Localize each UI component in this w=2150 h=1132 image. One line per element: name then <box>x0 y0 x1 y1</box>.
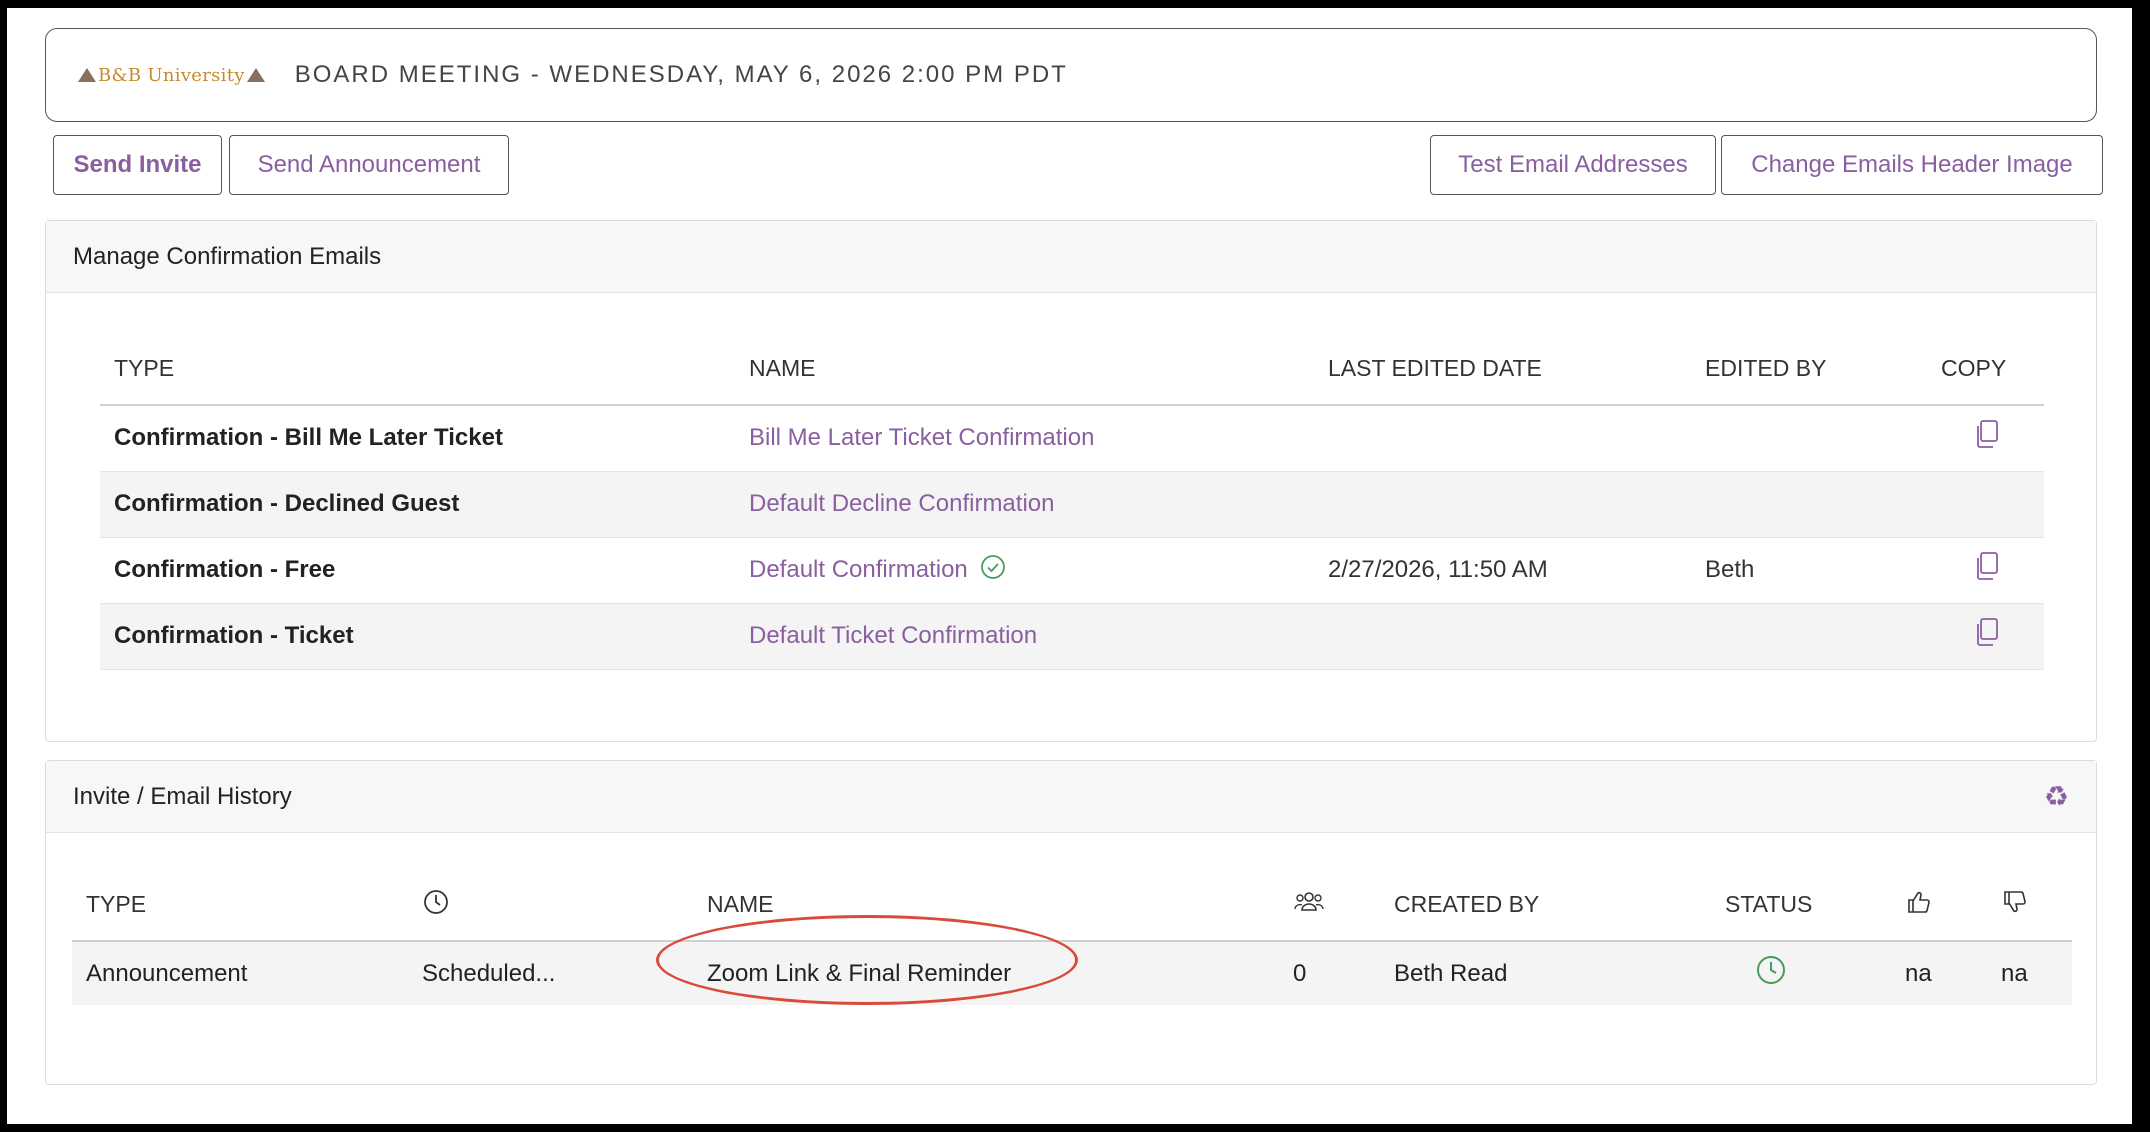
row-status <box>1711 941 1891 1005</box>
recycle-icon[interactable]: ♻ <box>2044 780 2069 813</box>
col-type: TYPE <box>72 869 408 942</box>
active-check-icon <box>980 554 1006 587</box>
row-edited-by <box>1691 471 1927 538</box>
logo-text: B&B University <box>98 64 245 86</box>
row-name-link[interactable]: Default Confirmation <box>749 555 968 582</box>
col-created-by: CREATED BY <box>1380 869 1711 942</box>
col-recipients <box>1279 869 1380 942</box>
thumbs-up-icon <box>1905 891 1933 921</box>
history-table: TYPE NAME CREATED BY STATUS Announcement… <box>72 869 2072 1005</box>
table-row: Confirmation - Bill Me Later Ticket Bill… <box>100 405 2044 472</box>
row-type: Confirmation - Free <box>100 537 735 604</box>
clock-icon <box>422 889 450 921</box>
table-row[interactable]: Announcement Scheduled... Zoom Link & Fi… <box>72 941 2072 1005</box>
row-edited-by: Beth <box>1691 537 1927 604</box>
logo-triangle-right <box>246 68 265 82</box>
confirmation-emails-panel: Manage Confirmation Emails TYPE NAME LAS… <box>45 220 2097 742</box>
test-email-addresses-button[interactable]: Test Email Addresses <box>1430 135 1716 195</box>
row-time: Scheduled... <box>408 941 693 1005</box>
col-edited-by: EDITED BY <box>1691 333 1927 406</box>
history-panel-header: Invite / Email History ♻ <box>46 761 2096 833</box>
row-edited-by <box>1691 603 1927 670</box>
copy-icon[interactable] <box>1973 419 1999 451</box>
col-last-edited: LAST EDITED DATE <box>1314 333 1691 406</box>
confirmation-panel-title: Manage Confirmation Emails <box>73 242 382 270</box>
row-edited-by <box>1691 405 1927 472</box>
col-type: TYPE <box>100 333 735 406</box>
event-header: B&B University BOARD MEETING - WEDNESDAY… <box>45 28 2097 122</box>
row-name-link[interactable]: Default Ticket Confirmation <box>749 622 1037 649</box>
table-row: Confirmation - Free Default Confirmation… <box>100 537 2044 604</box>
history-panel-title: Invite / Email History <box>73 782 292 810</box>
confirmation-panel-header: Manage Confirmation Emails <box>46 221 2096 293</box>
status-clock-icon <box>1755 954 1787 993</box>
thumbs-down-icon <box>2001 890 2029 921</box>
row-last-edited <box>1314 405 1691 472</box>
history-header-row: TYPE NAME CREATED BY STATUS <box>72 869 2072 942</box>
send-announcement-button[interactable]: Send Announcement <box>229 135 509 195</box>
table-row: Confirmation - Declined Guest Default De… <box>100 471 2044 538</box>
confirmation-header-row: TYPE NAME LAST EDITED DATE EDITED BY COP… <box>100 333 2044 406</box>
row-copy-empty <box>1927 471 2044 538</box>
change-header-image-button[interactable]: Change Emails Header Image <box>1721 135 2103 195</box>
row-created-by: Beth Read <box>1380 941 1711 1005</box>
row-type: Announcement <box>72 941 408 1005</box>
people-icon <box>1293 891 1325 921</box>
row-last-edited <box>1314 471 1691 538</box>
row-last-edited: 2/27/2026, 11:50 AM <box>1314 537 1691 604</box>
col-time <box>408 869 693 942</box>
row-recipients: 0 <box>1279 941 1380 1005</box>
row-likes: na <box>1891 941 1987 1005</box>
col-name: NAME <box>693 869 1279 942</box>
logo-triangle-left <box>78 68 96 82</box>
row-type: Confirmation - Bill Me Later Ticket <box>100 405 735 472</box>
col-status: STATUS <box>1711 869 1891 942</box>
row-name-link[interactable]: Default Decline Confirmation <box>749 490 1054 517</box>
copy-icon[interactable] <box>1973 617 1999 649</box>
send-invite-button[interactable]: Send Invite <box>53 135 222 195</box>
row-type: Confirmation - Ticket <box>100 603 735 670</box>
copy-icon[interactable] <box>1973 551 1999 583</box>
university-logo: B&B University <box>76 65 267 86</box>
row-dislikes: na <box>1987 941 2072 1005</box>
col-likes <box>1891 869 1987 942</box>
col-copy: COPY <box>1927 333 2044 406</box>
row-type: Confirmation - Declined Guest <box>100 471 735 538</box>
confirmation-table: TYPE NAME LAST EDITED DATE EDITED BY COP… <box>100 333 2044 670</box>
col-dislikes <box>1987 869 2072 942</box>
row-name-link[interactable]: Bill Me Later Ticket Confirmation <box>749 424 1094 451</box>
row-name[interactable]: Zoom Link & Final Reminder <box>693 941 1279 1005</box>
event-title: BOARD MEETING - WEDNESDAY, MAY 6, 2026 2… <box>294 61 1068 88</box>
email-history-panel: Invite / Email History ♻ TYPE NAME CREAT… <box>45 760 2097 1085</box>
row-last-edited <box>1314 603 1691 670</box>
col-name: NAME <box>735 333 1314 406</box>
table-row: Confirmation - Ticket Default Ticket Con… <box>100 603 2044 670</box>
